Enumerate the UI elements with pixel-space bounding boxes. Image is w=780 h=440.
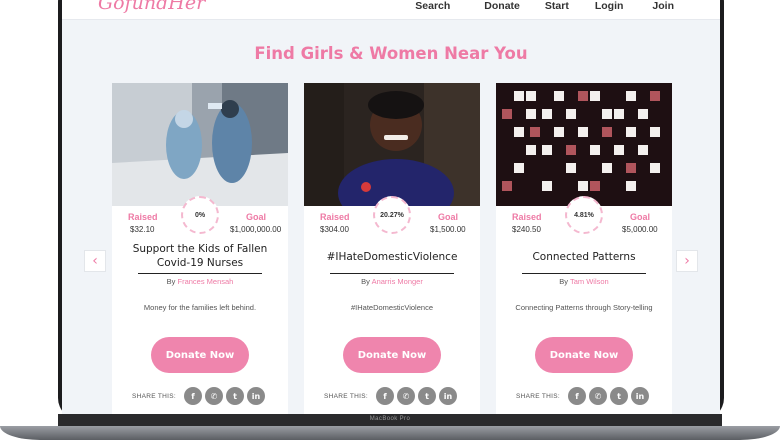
campaign-description: #IHateDomesticViolence	[351, 303, 433, 312]
by-label: By	[361, 277, 370, 286]
campaign-card[interactable]: Raised $304.00 20.27% Goal $1,500.00 #IH…	[304, 83, 480, 414]
whatsapp-icon[interactable]: ✆	[397, 387, 415, 405]
campaign-image-connected-patterns[interactable]	[496, 83, 672, 206]
campaign-card[interactable]: Raised $240.50 4.81% Goal $5,000.00 Conn…	[496, 83, 672, 414]
share-label: SHARE THIS:	[132, 392, 176, 400]
page-title: Find Girls & Women Near You	[254, 44, 528, 63]
campaign-title[interactable]: #IHateDomesticViolence	[318, 250, 466, 264]
goal-label: Goal	[630, 212, 651, 222]
nav-login[interactable]: Login	[595, 0, 624, 12]
linkedin-icon[interactable]: in	[247, 387, 265, 405]
title-divider	[522, 273, 646, 274]
progress-ring: 4.81%	[565, 196, 603, 234]
share-label: SHARE THIS:	[324, 392, 368, 400]
linkedin-icon[interactable]: in	[631, 387, 649, 405]
goal-amount: $1,000,000.00	[230, 225, 282, 234]
goal-label: Goal	[246, 212, 267, 222]
campaign-image-domestic-violence[interactable]	[304, 83, 480, 206]
linkedin-icon[interactable]: in	[439, 387, 457, 405]
facebook-icon[interactable]: f	[568, 387, 586, 405]
gofundher-logo[interactable]: GofundHer	[98, 0, 205, 14]
nav-links: Search Donate Start Login Join	[415, 0, 674, 12]
campaign-byline: By Tam Wilson	[496, 277, 672, 286]
nav-search[interactable]: Search	[415, 0, 450, 12]
whatsapp-icon[interactable]: ✆	[205, 387, 223, 405]
whatsapp-icon[interactable]: ✆	[589, 387, 607, 405]
raised-amount: $240.50	[512, 225, 541, 234]
campaign-title[interactable]: Support the Kids of Fallen Covid-19 Nurs…	[126, 242, 274, 270]
campaign-title[interactable]: Connected Patterns	[510, 250, 658, 264]
author-link[interactable]: Tam Wilson	[570, 277, 609, 286]
facebook-icon[interactable]: f	[184, 387, 202, 405]
laptop-frame: GofundHer Search Donate Start Login Join…	[0, 0, 780, 440]
browser-viewport: GofundHer Search Donate Start Login Join…	[62, 0, 720, 414]
laptop-base	[0, 426, 780, 440]
progress-percent: 0%	[194, 211, 206, 219]
donate-now-button[interactable]: Donate Now	[535, 337, 633, 373]
carousel-prev-button[interactable]: ‹	[84, 250, 106, 272]
twitter-icon[interactable]: t	[226, 387, 244, 405]
donate-now-button[interactable]: Donate Now	[343, 337, 441, 373]
by-label: By	[166, 277, 176, 286]
raised-label: Raised	[128, 212, 158, 222]
campaign-byline: By Frances Mensah	[112, 277, 288, 286]
raised-label: Raised	[320, 212, 350, 222]
author-link[interactable]: Frances Mensah	[178, 277, 234, 286]
device-label: MacBook Pro	[369, 416, 411, 422]
share-bar: SHARE THIS: f ✆ t in	[324, 387, 457, 405]
share-label: SHARE THIS:	[516, 392, 560, 400]
twitter-icon[interactable]: t	[418, 387, 436, 405]
raised-amount: $304.00	[320, 225, 349, 234]
goal-amount: $1,500.00	[430, 225, 466, 234]
by-label: By	[559, 277, 569, 286]
campaign-card[interactable]: Raised $32.10 0% Goal $1,000,000.00 Supp…	[112, 83, 288, 414]
chevron-right-icon: ›	[684, 253, 690, 269]
nav-join[interactable]: Join	[652, 0, 674, 12]
facebook-icon[interactable]: f	[376, 387, 394, 405]
campaign-image-nurses[interactable]	[112, 83, 288, 206]
progress-percent: 4.81%	[574, 211, 594, 219]
campaign-stats: Raised $240.50 4.81% Goal $5,000.00	[496, 196, 672, 256]
campaign-description: Connecting Patterns through Story-tellin…	[515, 303, 653, 312]
share-bar: SHARE THIS: f ✆ t in	[132, 387, 265, 405]
campaign-byline: By Anarris Monger	[304, 277, 480, 286]
nav-donate[interactable]: Donate	[484, 0, 520, 12]
carousel-next-button[interactable]: ›	[676, 250, 698, 272]
campaign-description: Money for the families left behind.	[143, 303, 257, 312]
nav-start[interactable]: Start	[545, 0, 569, 12]
raised-amount: $32.10	[130, 225, 155, 234]
donate-now-button[interactable]: Donate Now	[151, 337, 249, 373]
twitter-icon[interactable]: t	[610, 387, 628, 405]
top-nav: GofundHer Search Donate Start Login Join	[62, 0, 720, 20]
title-divider	[138, 273, 262, 274]
share-bar: SHARE THIS: f ✆ t in	[516, 387, 649, 405]
title-divider	[330, 273, 454, 274]
raised-label: Raised	[512, 212, 542, 222]
progress-ring: 20.27%	[373, 196, 411, 234]
progress-percent: 20.27%	[380, 211, 404, 219]
goal-amount: $5,000.00	[622, 225, 658, 234]
campaign-stats: Raised $304.00 20.27% Goal $1,500.00	[304, 196, 480, 256]
goal-label: Goal	[438, 212, 459, 222]
chevron-left-icon: ‹	[92, 253, 98, 269]
author-link[interactable]: Anarris Monger	[372, 277, 423, 286]
progress-ring: 0%	[181, 196, 219, 234]
